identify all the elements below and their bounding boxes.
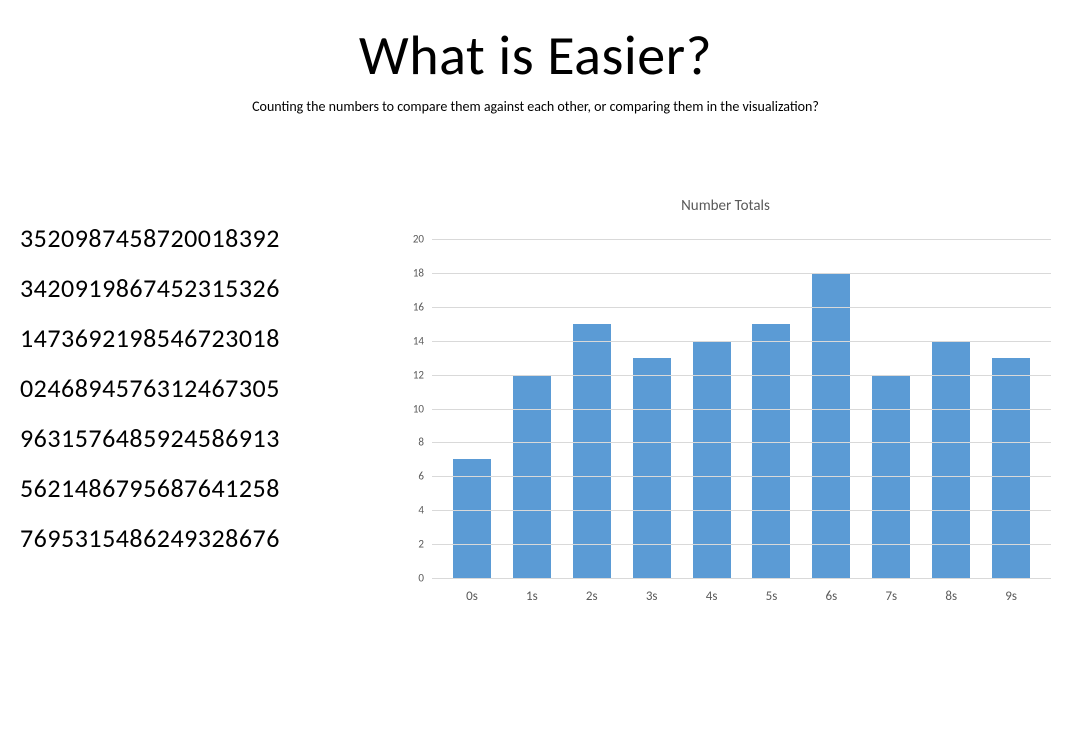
grid-line	[432, 510, 1051, 511]
subtitle: Counting the numbers to compare them aga…	[0, 98, 1071, 115]
x-tick-label: 2s	[562, 589, 622, 604]
content-area: 3520987458720018392 3420919867452315326 …	[0, 197, 1071, 579]
y-tick-label: 16	[400, 300, 424, 313]
bar	[693, 341, 731, 578]
grid-line	[432, 273, 1051, 274]
bar	[932, 341, 970, 578]
x-tick-label: 1s	[502, 589, 562, 604]
y-tick-label: 18	[400, 266, 424, 279]
x-tick-label: 3s	[622, 589, 682, 604]
chart-title: Number Totals	[400, 197, 1051, 215]
y-tick-label: 14	[400, 334, 424, 347]
y-tick-label: 10	[400, 402, 424, 415]
x-tick-label: 0s	[442, 589, 502, 604]
grid-line	[432, 476, 1051, 477]
x-tick-label: 7s	[861, 589, 921, 604]
bar	[573, 324, 611, 578]
number-row: 1473692198546723018	[20, 325, 390, 351]
x-tick-label: 5s	[742, 589, 802, 604]
x-tick-label: 9s	[981, 589, 1041, 604]
number-row: 9631576485924586913	[20, 425, 390, 451]
x-tick-label: 4s	[682, 589, 742, 604]
x-axis-labels: 0s1s2s3s4s5s6s7s8s9s	[432, 589, 1051, 604]
chart-column: Number Totals 02468101214161820 0s1s2s3s…	[390, 197, 1051, 579]
x-tick-label: 6s	[801, 589, 861, 604]
grid-line	[432, 341, 1051, 342]
chart-area: 02468101214161820 0s1s2s3s4s5s6s7s8s9s	[400, 239, 1051, 579]
y-tick-label: 12	[400, 368, 424, 381]
grid-line	[432, 409, 1051, 410]
grid-line	[432, 239, 1051, 240]
numbers-column: 3520987458720018392 3420919867452315326 …	[20, 197, 390, 579]
y-tick-label: 4	[400, 504, 424, 517]
y-tick-label: 6	[400, 470, 424, 483]
bar	[812, 273, 850, 578]
grid-line	[432, 442, 1051, 443]
y-tick-label: 2	[400, 538, 424, 551]
y-tick-label: 0	[400, 572, 424, 585]
number-row: 3420919867452315326	[20, 275, 390, 301]
number-row: 0246894576312467305	[20, 375, 390, 401]
plot-area: 02468101214161820	[432, 239, 1051, 579]
number-row: 5621486795687641258	[20, 475, 390, 501]
y-tick-label: 20	[400, 233, 424, 246]
grid-line	[432, 307, 1051, 308]
number-row: 7695315486249328676	[20, 525, 390, 551]
bar	[752, 324, 790, 578]
grid-line	[432, 375, 1051, 376]
grid-line	[432, 544, 1051, 545]
x-tick-label: 8s	[921, 589, 981, 604]
y-tick-label: 8	[400, 436, 424, 449]
page-title: What is Easier?	[0, 22, 1071, 90]
number-row: 3520987458720018392	[20, 225, 390, 251]
